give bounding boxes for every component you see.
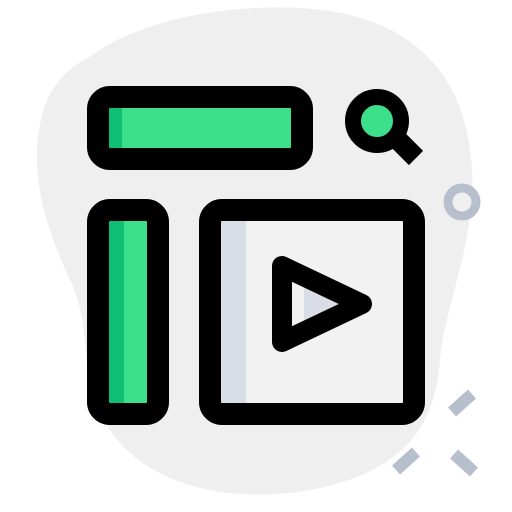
video-search-layout-icon [36,7,481,495]
dash-top-right [447,389,477,417]
sidebar [87,199,169,425]
dash-bottom-left [391,447,421,475]
search-bar [87,86,313,170]
dash-bottom-right [449,449,479,477]
icon-canvas [0,0,512,512]
